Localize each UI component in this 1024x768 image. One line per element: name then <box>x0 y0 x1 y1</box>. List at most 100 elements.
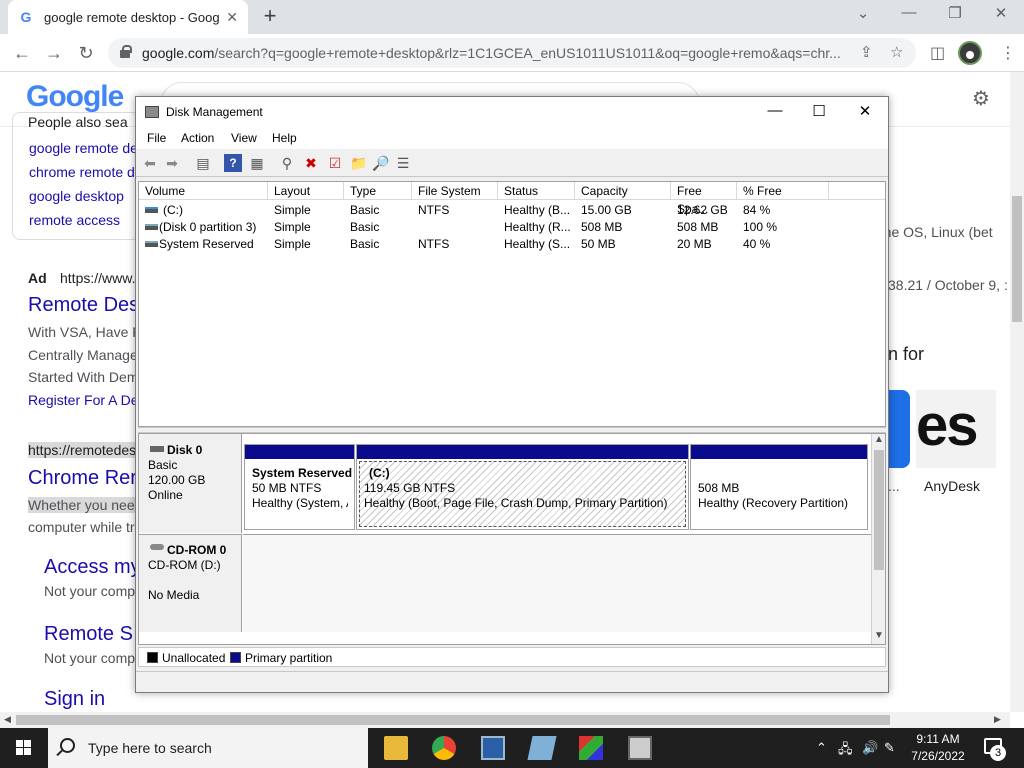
sub-result-link[interactable]: Remote S <box>44 623 133 646</box>
anydesk-label[interactable]: AnyDesk <box>924 478 980 494</box>
disk0-type: Basic <box>148 458 178 472</box>
menu-file[interactable]: File <box>147 131 166 145</box>
ad-title-link[interactable]: Remote Des <box>28 294 139 317</box>
address-bar[interactable]: google.com/search?q=google+remote+deskto… <box>108 38 916 68</box>
scroll-up-icon[interactable]: ▲ <box>874 434 884 445</box>
ad-sitelink[interactable]: Register For A De <box>28 392 139 408</box>
ad-url[interactable]: https://www. <box>60 270 135 286</box>
close-icon[interactable]: ✕ <box>850 102 880 120</box>
result-snippet: Whether you nee <box>28 497 135 513</box>
tab-close-icon[interactable]: ✕ <box>226 9 238 26</box>
sub-result-link[interactable]: Access my <box>44 556 141 579</box>
start-button[interactable] <box>0 728 48 768</box>
address-url[interactable]: google.com/search?q=google+remote+deskto… <box>142 45 852 61</box>
maximize-icon[interactable]: ☐ <box>804 102 834 120</box>
search-folder-icon[interactable]: 🔎 <box>372 154 390 172</box>
col-volume[interactable]: Volume <box>139 182 268 200</box>
folder-up-icon[interactable]: 📁 <box>350 154 368 172</box>
scroll-thumb[interactable] <box>16 715 890 725</box>
result-url[interactable]: https://remotedes <box>28 442 137 458</box>
app-tile-image[interactable] <box>886 390 910 468</box>
table-row[interactable]: (C:) Simple Basic NTFS Healthy (B... 15.… <box>139 202 885 219</box>
menu-action[interactable]: Action <box>181 131 214 145</box>
col-type[interactable]: Type <box>344 182 412 200</box>
col-percent-free[interactable]: % Free <box>737 182 829 200</box>
col-layout[interactable]: Layout <box>268 182 344 200</box>
col-file-system[interactable]: File System <box>412 182 498 200</box>
menu-kebab-icon[interactable]: ⋮ <box>1000 43 1016 63</box>
scroll-thumb[interactable] <box>1012 196 1022 322</box>
share-icon[interactable]: ⇪ <box>860 43 873 61</box>
notes-app-icon[interactable] <box>527 736 557 760</box>
profile-avatar[interactable] <box>958 41 982 65</box>
minimize-icon[interactable]: — <box>894 4 924 21</box>
disk-management-taskbar-icon[interactable] <box>628 736 652 760</box>
tab-search-icon[interactable]: ⌄ <box>848 4 878 22</box>
anydesk-tile[interactable]: es <box>916 390 996 468</box>
related-search-link[interactable]: google desktop <box>29 188 124 204</box>
cdrom0-label[interactable]: CD-ROM 0 CD-ROM (D:) No Media <box>139 534 242 632</box>
help-icon[interactable]: ? <box>224 154 242 172</box>
scroll-thumb[interactable] <box>874 450 884 570</box>
partition-c[interactable]: (C:) 119.45 GB NTFS Healthy (Boot, Page … <box>356 444 689 530</box>
restore-icon[interactable]: ❐ <box>940 4 970 22</box>
browser-tab[interactable]: G google remote desktop - Google ✕ <box>8 0 248 34</box>
col-status[interactable]: Status <box>498 182 575 200</box>
bookmark-star-icon[interactable]: ☆ <box>890 43 903 61</box>
show-hidden-icons-icon[interactable]: ⌃ <box>816 740 827 756</box>
forward-arrow-icon[interactable]: ➡ <box>163 154 181 172</box>
close-window-icon[interactable]: ✕ <box>986 4 1016 22</box>
related-search-link[interactable]: remote access <box>29 212 120 228</box>
volume-list[interactable]: Volume Layout Type File System Status Ca… <box>138 181 886 427</box>
partition-size: 119.45 GB NTFS <box>364 481 456 495</box>
save-app-icon[interactable] <box>481 736 505 760</box>
system-clock[interactable]: 9:11 AM 7/26/2022 <box>900 731 976 765</box>
window-titlebar[interactable]: Disk Management — ☐ ✕ <box>136 97 888 127</box>
side-panel-icon[interactable]: ◫ <box>930 43 945 63</box>
taskbar-search[interactable]: Type here to search <box>48 728 368 768</box>
table-row[interactable]: System Reserved Simple Basic NTFS Health… <box>139 236 885 253</box>
partition-recovery[interactable]: 508 MB Healthy (Recovery Partition) <box>690 444 868 530</box>
cdrom-partition-area[interactable] <box>243 534 871 632</box>
back-icon[interactable]: ← <box>10 41 34 65</box>
sub-result-link[interactable]: Sign in <box>44 688 105 711</box>
related-search-link[interactable]: google remote de <box>29 140 138 156</box>
partition-system-reserved[interactable]: System Reserved 50 MB NTFS Healthy (Syst… <box>244 444 355 530</box>
page-vertical-scrollbar[interactable] <box>1010 72 1024 712</box>
scroll-left-icon[interactable]: ◀ <box>4 714 11 725</box>
settings-list-icon[interactable]: ☰ <box>394 154 412 172</box>
partition-name: System Reserved <box>252 466 352 480</box>
forward-icon[interactable]: → <box>42 41 66 65</box>
result-title-link[interactable]: Chrome Rer <box>28 467 137 490</box>
network-icon[interactable]: 🖧 <box>838 740 853 762</box>
disk0-label[interactable]: Disk 0 Basic 120.00 GB Online <box>139 434 242 533</box>
reload-icon[interactable]: ↻ <box>74 41 98 65</box>
menu-view[interactable]: View <box>231 131 257 145</box>
new-tab-button[interactable]: + <box>258 5 282 29</box>
related-search-link[interactable]: chrome remote d <box>29 164 135 180</box>
google-logo[interactable]: Google <box>26 80 124 114</box>
properties-icon[interactable]: ▦ <box>248 154 266 172</box>
cell-type: Basic <box>350 203 380 217</box>
disk-view-scrollbar[interactable]: ▲ ▼ <box>871 434 885 644</box>
volume-icon[interactable]: 🔊 <box>862 740 878 756</box>
multicolor-app-icon[interactable] <box>579 736 603 760</box>
file-explorer-icon[interactable] <box>384 736 408 760</box>
lock-icon[interactable] <box>120 45 132 58</box>
chrome-icon[interactable] <box>432 736 456 760</box>
minimize-icon[interactable]: — <box>760 102 790 119</box>
check-icon[interactable]: ☑ <box>326 154 344 172</box>
table-row[interactable]: (Disk 0 partition 3) Simple Basic Health… <box>139 219 885 236</box>
scroll-down-icon[interactable]: ▼ <box>874 630 884 641</box>
menu-help[interactable]: Help <box>272 131 297 145</box>
delete-icon[interactable]: ✖ <box>302 154 320 172</box>
back-arrow-icon[interactable]: ⬅ <box>141 154 159 172</box>
pen-icon[interactable]: ✎ <box>884 740 895 756</box>
settings-gear-icon[interactable]: ⚙ <box>972 86 990 111</box>
col-free-space[interactable]: Free Spa... <box>671 182 737 216</box>
scroll-right-icon[interactable]: ▶ <box>994 714 1001 725</box>
col-capacity[interactable]: Capacity <box>575 182 671 200</box>
page-horizontal-scrollbar[interactable]: ◀ ▶ <box>0 712 1010 728</box>
show-hide-console-icon[interactable]: ▤ <box>194 154 212 172</box>
connect-icon[interactable]: ⚲ <box>278 154 296 172</box>
